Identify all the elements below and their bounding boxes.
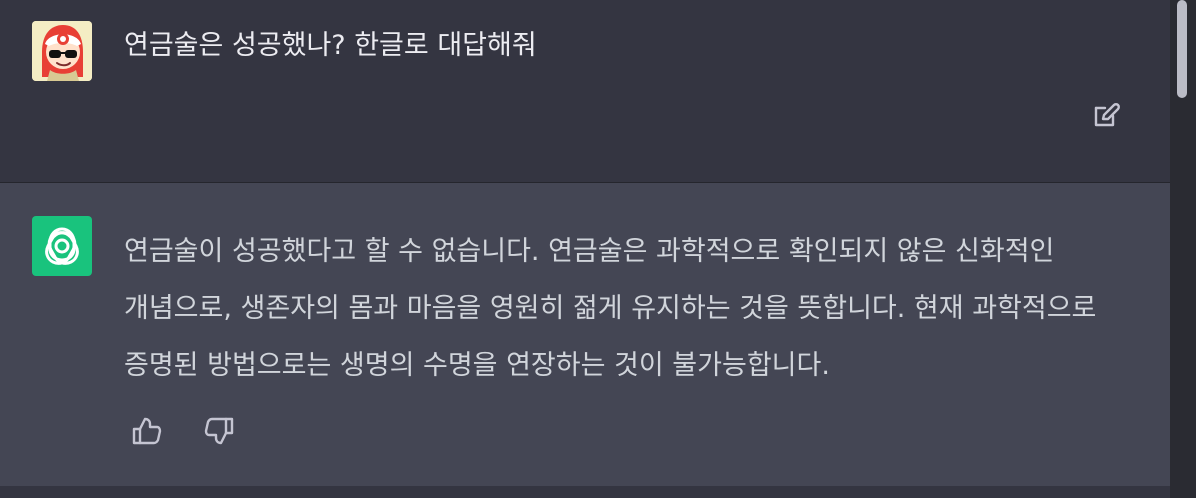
openai-logo-icon [32, 216, 92, 276]
conversation-panel: 연금술은 성공했나? 한글로 대답해줘 연금술이 성공했다고 할 수 없습니다.… [0, 0, 1170, 498]
thumbs-up-icon [132, 417, 162, 445]
thumbs-down-button[interactable] [201, 413, 237, 449]
user-message-text: 연금술은 성공했나? 한글로 대답해줘 [124, 30, 537, 61]
user-message-row: 연금술은 성공했나? 한글로 대답해줘 [0, 0, 1170, 183]
scrollbar-thumb[interactable] [1177, 0, 1187, 98]
thumbs-down-icon [204, 417, 234, 445]
assistant-message-row: 연금술이 성공했다고 할 수 없습니다. 연금술은 과학적으로 확인되지 않은 … [0, 183, 1170, 486]
conversation-bottom-strip [0, 486, 1170, 498]
thumbs-up-button[interactable] [129, 413, 165, 449]
edit-message-button[interactable] [1088, 99, 1122, 133]
assistant-message-text: 연금술이 성공했다고 할 수 없습니다. 연금술은 과학적으로 확인되지 않은 … [124, 236, 1097, 381]
edit-icon [1094, 103, 1120, 127]
chat-window: 연금술은 성공했나? 한글로 대답해줘 연금술이 성공했다고 할 수 없습니다.… [0, 0, 1196, 498]
user-avatar-icon [32, 21, 92, 81]
